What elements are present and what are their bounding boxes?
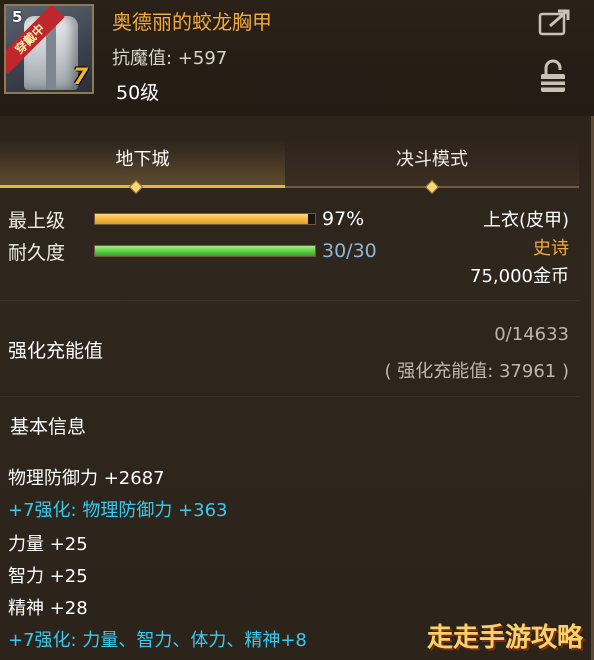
durability-value: 30/30	[322, 240, 377, 262]
stat-line-enhance: +7强化: 物理防御力 +363	[8, 500, 228, 521]
lock-button[interactable]	[538, 58, 568, 94]
basic-info-title: 基本信息	[10, 416, 87, 438]
share-icon	[538, 9, 570, 36]
item-price: 75,000金币	[470, 266, 569, 287]
item-slot-type: 上衣(皮甲)	[482, 210, 569, 231]
watermark: 走走手游攻略	[426, 623, 583, 653]
stat-line: 物理防御力 +2687	[8, 468, 165, 489]
stat-line: 精神 +28	[8, 598, 88, 619]
item-icon: 5 穿戴中 7	[4, 4, 94, 94]
divider	[0, 396, 580, 397]
max-upgrade-bar-fill	[95, 214, 309, 224]
divider	[0, 300, 580, 301]
enhance-level-badge: 7	[72, 65, 88, 90]
charge-label: 强化充能值	[8, 340, 104, 362]
stat-line: 智力 +25	[8, 566, 88, 587]
tab-dungeon[interactable]: 地下城	[0, 140, 285, 188]
stat-line-enhance: +7强化: 力量、智力、体力、精神+8	[8, 630, 307, 651]
item-tooltip-panel: 5 穿戴中 7 奥德丽的蛟龙胸甲 抗魔值: +597 50级 地下城 决斗模式	[0, 0, 594, 660]
item-magic-resist: 抗魔值: +597	[112, 48, 228, 69]
lock-icon	[541, 59, 565, 92]
charge-value: 0/14633	[494, 324, 569, 345]
item-header: 5 穿戴中 7 奥德丽的蛟龙胸甲 抗魔值: +597 50级	[0, 0, 594, 116]
mode-tabs: 地下城 决斗模式	[0, 140, 594, 190]
item-rarity: 史诗	[533, 238, 569, 259]
item-icon-level: 5	[12, 8, 23, 26]
share-button[interactable]	[538, 8, 572, 36]
item-name: 奥德丽的蛟龙胸甲	[112, 10, 272, 34]
charge-sub-value: ( 强化充能值: 37961 )	[384, 361, 569, 382]
max-upgrade-value: 97%	[322, 208, 365, 230]
stat-line: 力量 +25	[8, 534, 88, 555]
durability-bar	[94, 245, 316, 257]
durability-bar-fill	[95, 246, 315, 256]
item-required-level: 50级	[116, 82, 160, 104]
max-upgrade-label: 最上级	[8, 210, 66, 232]
durability-label: 耐久度	[8, 242, 66, 264]
max-upgrade-bar	[94, 213, 316, 225]
